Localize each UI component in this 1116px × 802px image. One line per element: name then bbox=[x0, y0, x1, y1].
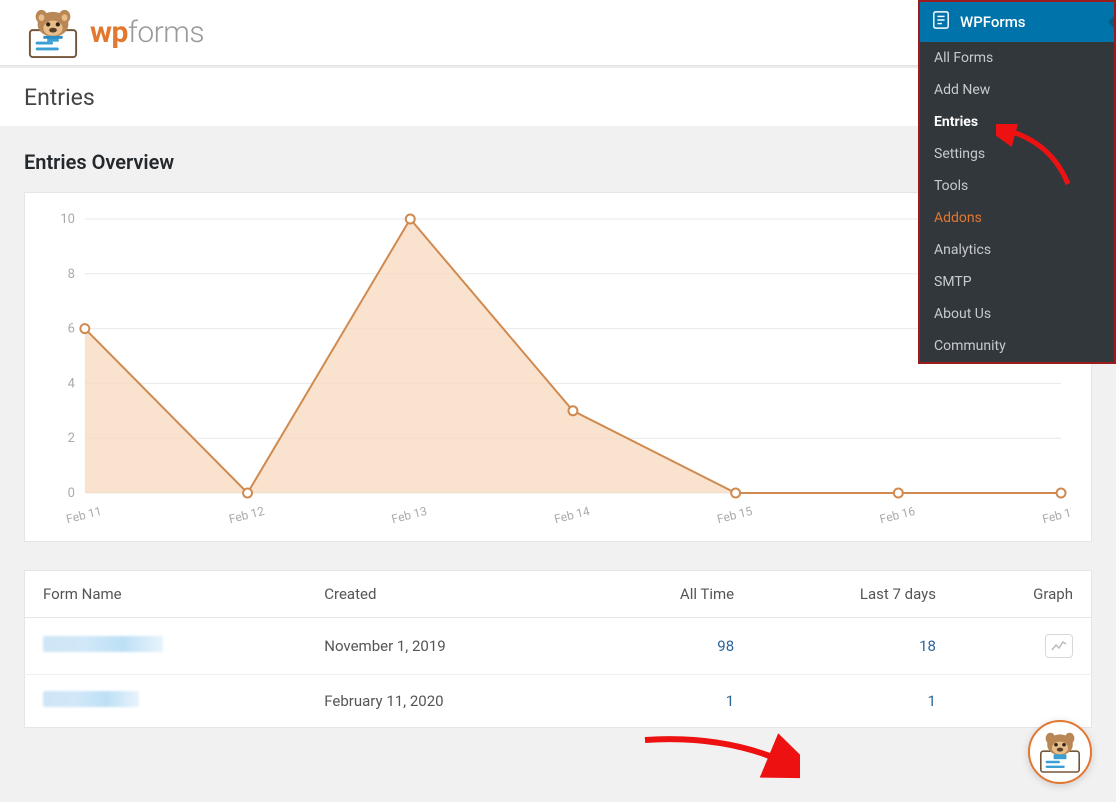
svg-text:Feb 17: Feb 17 bbox=[1041, 504, 1071, 526]
sidebar-item-label: Analytics bbox=[934, 242, 991, 258]
redacted-form-name bbox=[43, 636, 163, 652]
wpforms-submenu: WPForms All Forms Add New Entries Settings T… bbox=[918, 0, 1116, 364]
sidebar-item-add-new[interactable]: Add New bbox=[920, 74, 1114, 106]
svg-text:2: 2 bbox=[68, 431, 75, 446]
svg-text:4: 4 bbox=[68, 376, 75, 391]
cell-form-name bbox=[25, 675, 307, 728]
cell-graph bbox=[954, 675, 1092, 728]
sidebar-item-label: Addons bbox=[934, 210, 982, 226]
sidebar-item-label: Add New bbox=[934, 82, 990, 98]
forms-table: Form Name Created All Time Last 7 days G… bbox=[24, 570, 1092, 728]
svg-text:10: 10 bbox=[60, 213, 75, 227]
svg-text:0: 0 bbox=[68, 486, 75, 501]
svg-text:Feb 11: Feb 11 bbox=[65, 504, 103, 526]
sidebar-item-label: Entries bbox=[934, 114, 978, 130]
col-form-name[interactable]: Form Name bbox=[25, 571, 307, 618]
sidebar-item-about-us[interactable]: About Us bbox=[920, 298, 1114, 330]
submenu-header[interactable]: WPForms bbox=[920, 2, 1114, 42]
brand-logo: wpforms bbox=[24, 7, 204, 59]
col-last-7-days[interactable]: Last 7 days bbox=[752, 571, 954, 618]
submenu-title: WPForms bbox=[960, 13, 1026, 31]
sidebar-item-community[interactable]: Community bbox=[920, 330, 1114, 362]
col-all-time[interactable]: All Time bbox=[590, 571, 752, 618]
svg-text:Feb 14: Feb 14 bbox=[553, 504, 591, 526]
wpforms-mascot-icon bbox=[1036, 728, 1084, 776]
sidebar-item-entries[interactable]: Entries bbox=[920, 106, 1114, 138]
submenu-caret-icon bbox=[1108, 16, 1114, 28]
sidebar-item-label: Community bbox=[934, 338, 1006, 354]
sidebar-item-label: Tools bbox=[934, 178, 968, 194]
sidebar-item-analytics[interactable]: Analytics bbox=[920, 234, 1114, 266]
wpforms-mascot-icon bbox=[24, 7, 82, 59]
svg-text:Feb 15: Feb 15 bbox=[716, 504, 754, 526]
svg-text:Feb 16: Feb 16 bbox=[878, 504, 916, 526]
cell-graph bbox=[954, 618, 1092, 675]
sidebar-item-all-forms[interactable]: All Forms bbox=[920, 42, 1114, 74]
sidebar-item-addons[interactable]: Addons bbox=[920, 202, 1114, 234]
cell-created: February 11, 2020 bbox=[306, 675, 589, 728]
cell-all-time[interactable]: 1 bbox=[590, 675, 752, 728]
svg-text:Feb 13: Feb 13 bbox=[390, 504, 428, 526]
redacted-form-name bbox=[43, 691, 139, 707]
brand-text-wp: wp bbox=[90, 15, 128, 50]
table-row[interactable]: February 11, 202011 bbox=[25, 675, 1092, 728]
sidebar-item-smtp[interactable]: SMTP bbox=[920, 266, 1114, 298]
brand-wordmark: wpforms bbox=[90, 15, 204, 50]
brand-text-forms: forms bbox=[128, 15, 204, 50]
col-created[interactable]: Created bbox=[306, 571, 589, 618]
svg-text:8: 8 bbox=[68, 267, 75, 282]
svg-text:6: 6 bbox=[68, 322, 75, 337]
cell-created: November 1, 2019 bbox=[306, 618, 589, 675]
table-row[interactable]: November 1, 20199818 bbox=[25, 618, 1092, 675]
cell-all-time[interactable]: 98 bbox=[590, 618, 752, 675]
sidebar-item-tools[interactable]: Tools bbox=[920, 170, 1114, 202]
help-avatar-button[interactable] bbox=[1028, 720, 1092, 784]
cell-last-7[interactable]: 1 bbox=[752, 675, 954, 728]
sidebar-item-label: About Us bbox=[934, 306, 991, 322]
sidebar-item-label: Settings bbox=[934, 146, 985, 162]
sidebar-item-settings[interactable]: Settings bbox=[920, 138, 1114, 170]
col-graph[interactable]: Graph bbox=[954, 571, 1092, 618]
wpforms-menu-icon bbox=[932, 11, 950, 33]
graph-button[interactable] bbox=[1045, 634, 1073, 658]
sidebar-item-label: SMTP bbox=[934, 274, 972, 290]
cell-form-name bbox=[25, 618, 307, 675]
sidebar-item-label: All Forms bbox=[934, 50, 993, 66]
cell-last-7[interactable]: 18 bbox=[752, 618, 954, 675]
page-title: Entries bbox=[24, 84, 95, 111]
svg-text:Feb 12: Feb 12 bbox=[227, 504, 265, 526]
